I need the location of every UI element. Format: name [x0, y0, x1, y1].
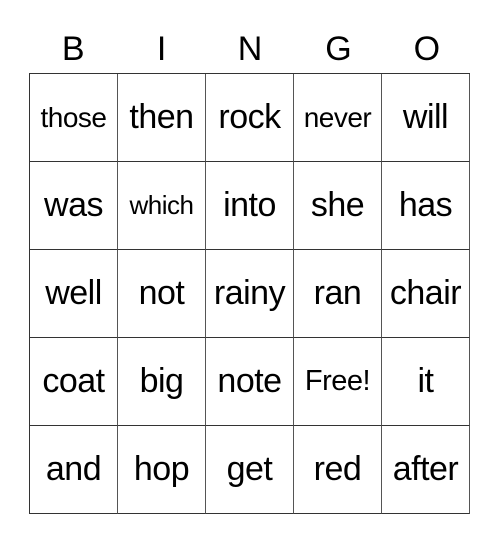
- bingo-cell[interactable]: then: [118, 74, 206, 162]
- bingo-card-grid: those then rock never will was which int…: [29, 73, 470, 514]
- header-letter-b: B: [61, 30, 85, 68]
- bingo-cell[interactable]: note: [206, 338, 294, 426]
- bingo-cell[interactable]: never: [294, 74, 382, 162]
- bingo-cell[interactable]: those: [30, 74, 118, 162]
- bingo-cell[interactable]: coat: [30, 338, 118, 426]
- bingo-header: B I N G O: [29, 26, 471, 72]
- bingo-cell[interactable]: well: [30, 250, 118, 338]
- bingo-cell[interactable]: and: [30, 426, 118, 514]
- bingo-cell[interactable]: hop: [118, 426, 206, 514]
- bingo-cell[interactable]: which: [118, 162, 206, 250]
- bingo-cell[interactable]: into: [206, 162, 294, 250]
- bingo-cell[interactable]: she: [294, 162, 382, 250]
- bingo-cell[interactable]: ran: [294, 250, 382, 338]
- bingo-cell[interactable]: not: [118, 250, 206, 338]
- bingo-cell[interactable]: get: [206, 426, 294, 514]
- bingo-cell[interactable]: has: [382, 162, 470, 250]
- header-letter-i: I: [156, 30, 167, 68]
- header-letter-n: N: [237, 30, 263, 68]
- header-letter-o: O: [413, 30, 441, 68]
- bingo-cell[interactable]: big: [118, 338, 206, 426]
- header-letter-g: G: [325, 30, 352, 68]
- bingo-cell[interactable]: red: [294, 426, 382, 514]
- bingo-cell[interactable]: it: [382, 338, 470, 426]
- bingo-cell[interactable]: will: [382, 74, 470, 162]
- free-space-cell[interactable]: Free!: [294, 338, 382, 426]
- bingo-cell[interactable]: rainy: [206, 250, 294, 338]
- bingo-cell[interactable]: was: [30, 162, 118, 250]
- bingo-cell[interactable]: chair: [382, 250, 470, 338]
- bingo-cell[interactable]: rock: [206, 74, 294, 162]
- bingo-cell[interactable]: after: [382, 426, 470, 514]
